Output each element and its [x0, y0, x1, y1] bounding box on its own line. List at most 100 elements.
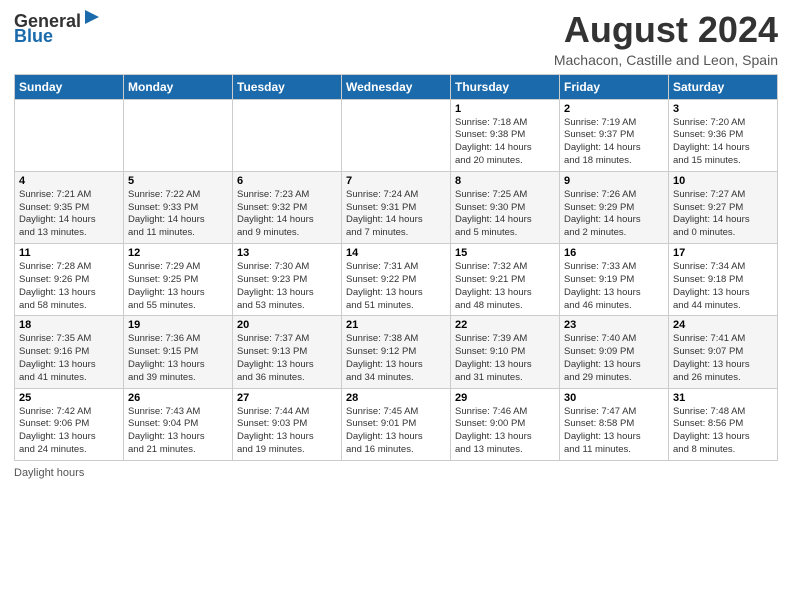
- calendar-cell: [233, 99, 342, 171]
- calendar-cell: 27 Sunrise: 7:44 AMSunset: 9:03 PMDayligh…: [233, 388, 342, 460]
- day-info: Sunrise: 7:29 AMSunset: 9:25 PMDaylight:…: [128, 261, 228, 312]
- day-info: Sunrise: 7:47 AMSunset: 8:58 PMDaylight:…: [564, 406, 664, 457]
- day-number: 19: [128, 319, 228, 331]
- day-of-week-header: Monday: [124, 74, 233, 99]
- main-title: August 2024: [554, 10, 778, 50]
- day-number: 20: [237, 319, 337, 331]
- calendar-cell: 11 Sunrise: 7:28 AMSunset: 9:26 PMDayligh…: [15, 244, 124, 316]
- day-number: 22: [455, 319, 555, 331]
- day-number: 21: [346, 319, 446, 331]
- day-number: 9: [564, 175, 664, 187]
- title-block: August 2024 Machacon, Castille and Leon,…: [554, 10, 778, 68]
- day-of-week-header: Thursday: [451, 74, 560, 99]
- calendar-cell: 23 Sunrise: 7:40 AMSunset: 9:09 PMDayligh…: [560, 316, 669, 388]
- day-info: Sunrise: 7:24 AMSunset: 9:31 PMDaylight:…: [346, 189, 446, 240]
- calendar-cell: 4 Sunrise: 7:21 AMSunset: 9:35 PMDaylight…: [15, 171, 124, 243]
- calendar-cell: [124, 99, 233, 171]
- day-info: Sunrise: 7:25 AMSunset: 9:30 PMDaylight:…: [455, 189, 555, 240]
- page: General Blue August 2024 Machacon, Casti…: [0, 0, 792, 612]
- day-info: Sunrise: 7:41 AMSunset: 9:07 PMDaylight:…: [673, 333, 773, 384]
- day-number: 28: [346, 392, 446, 404]
- day-number: 6: [237, 175, 337, 187]
- calendar-cell: 21Sunrise: 7:38 AMSunset: 9:12 PMDayligh…: [342, 316, 451, 388]
- calendar-cell: 25Sunrise: 7:42 AMSunset: 9:06 PMDayligh…: [15, 388, 124, 460]
- calendar-cell: 2 Sunrise: 7:19 AMSunset: 9:37 PMDaylight…: [560, 99, 669, 171]
- day-info: Sunrise: 7:45 AMSunset: 9:01 PMDaylight:…: [346, 406, 446, 457]
- day-info: Sunrise: 7:43 AMSunset: 9:04 PMDaylight:…: [128, 406, 228, 457]
- header: General Blue August 2024 Machacon, Casti…: [14, 10, 778, 68]
- day-number: 10: [673, 175, 773, 187]
- logo: General Blue: [14, 10, 101, 45]
- calendar-cell: 12 Sunrise: 7:29 AMSunset: 9:25 PMDayligh…: [124, 244, 233, 316]
- day-info: Sunrise: 7:36 AMSunset: 9:15 PMDaylight:…: [128, 333, 228, 384]
- day-number: 15: [455, 247, 555, 259]
- day-info: Sunrise: 7:19 AMSunset: 9:37 PMDaylight:…: [564, 117, 664, 168]
- day-of-week-header: Tuesday: [233, 74, 342, 99]
- day-info: Sunrise: 7:37 AMSunset: 9:13 PMDaylight:…: [237, 333, 337, 384]
- calendar-cell: 6 Sunrise: 7:23 AMSunset: 9:32 PMDaylight…: [233, 171, 342, 243]
- calendar-cell: 14 Sunrise: 7:31 AMSunset: 9:22 PMDayligh…: [342, 244, 451, 316]
- calendar-cell: 17 Sunrise: 7:34 AMSunset: 9:18 PMDayligh…: [669, 244, 778, 316]
- day-number: 16: [564, 247, 664, 259]
- day-info: Sunrise: 7:44 AMSunset: 9:03 PMDaylight:…: [237, 406, 337, 457]
- day-number: 1: [455, 103, 555, 115]
- day-info: Sunrise: 7:39 AMSunset: 9:10 PMDaylight:…: [455, 333, 555, 384]
- day-info: Sunrise: 7:27 AMSunset: 9:27 PMDaylight:…: [673, 189, 773, 240]
- day-info: Sunrise: 7:21 AMSunset: 9:35 PMDaylight:…: [19, 189, 119, 240]
- day-number: 29: [455, 392, 555, 404]
- calendar-cell: 1Sunrise: 7:18 AMSunset: 9:38 PMDaylight…: [451, 99, 560, 171]
- footer: Daylight hours: [14, 467, 778, 479]
- calendar-cell: 18Sunrise: 7:35 AMSunset: 9:16 PMDayligh…: [15, 316, 124, 388]
- calendar-cell: [342, 99, 451, 171]
- day-number: 11: [19, 247, 119, 259]
- day-info: Sunrise: 7:46 AMSunset: 9:00 PMDaylight:…: [455, 406, 555, 457]
- calendar-cell: 22 Sunrise: 7:39 AMSunset: 9:10 PMDayligh…: [451, 316, 560, 388]
- calendar-cell: 16 Sunrise: 7:33 AMSunset: 9:19 PMDayligh…: [560, 244, 669, 316]
- day-info: Sunrise: 7:31 AMSunset: 9:22 PMDaylight:…: [346, 261, 446, 312]
- calendar-cell: 28 Sunrise: 7:45 AMSunset: 9:01 PMDayligh…: [342, 388, 451, 460]
- day-info: Sunrise: 7:32 AMSunset: 9:21 PMDaylight:…: [455, 261, 555, 312]
- calendar-cell: 26Sunrise: 7:43 AMSunset: 9:04 PMDayligh…: [124, 388, 233, 460]
- day-info: Sunrise: 7:33 AMSunset: 9:19 PMDaylight:…: [564, 261, 664, 312]
- calendar-cell: [15, 99, 124, 171]
- calendar-cell: 8 Sunrise: 7:25 AMSunset: 9:30 PMDaylight…: [451, 171, 560, 243]
- day-number: 30: [564, 392, 664, 404]
- calendar-header-row: SundayMondayTuesdayWednesdayThursdayFrid…: [15, 74, 778, 99]
- day-number: 5: [128, 175, 228, 187]
- logo-arrow-icon: [81, 10, 101, 31]
- day-info: Sunrise: 7:22 AMSunset: 9:33 PMDaylight:…: [128, 189, 228, 240]
- calendar-cell: 15 Sunrise: 7:32 AMSunset: 9:21 PMDayligh…: [451, 244, 560, 316]
- logo-blue: Blue: [14, 27, 53, 45]
- day-of-week-header: Saturday: [669, 74, 778, 99]
- day-number: 31: [673, 392, 773, 404]
- day-info: Sunrise: 7:28 AMSunset: 9:26 PMDaylight:…: [19, 261, 119, 312]
- day-info: Sunrise: 7:35 AMSunset: 9:16 PMDaylight:…: [19, 333, 119, 384]
- calendar-table: SundayMondayTuesdayWednesdayThursdayFrid…: [14, 74, 778, 461]
- day-info: Sunrise: 7:40 AMSunset: 9:09 PMDaylight:…: [564, 333, 664, 384]
- day-number: 13: [237, 247, 337, 259]
- day-number: 27: [237, 392, 337, 404]
- day-info: Sunrise: 7:34 AMSunset: 9:18 PMDaylight:…: [673, 261, 773, 312]
- calendar-cell: 9Sunrise: 7:26 AMSunset: 9:29 PMDaylight…: [560, 171, 669, 243]
- day-number: 23: [564, 319, 664, 331]
- calendar-cell: 3Sunrise: 7:20 AMSunset: 9:36 PMDaylight…: [669, 99, 778, 171]
- calendar-week-row: 18Sunrise: 7:35 AMSunset: 9:16 PMDayligh…: [15, 316, 778, 388]
- day-of-week-header: Friday: [560, 74, 669, 99]
- calendar-week-row: 11 Sunrise: 7:28 AMSunset: 9:26 PMDayligh…: [15, 244, 778, 316]
- day-number: 12: [128, 247, 228, 259]
- calendar-week-row: 4 Sunrise: 7:21 AMSunset: 9:35 PMDaylight…: [15, 171, 778, 243]
- day-of-week-header: Sunday: [15, 74, 124, 99]
- calendar-cell: 13Sunrise: 7:30 AMSunset: 9:23 PMDayligh…: [233, 244, 342, 316]
- day-number: 4: [19, 175, 119, 187]
- calendar-cell: 19 Sunrise: 7:36 AMSunset: 9:15 PMDayligh…: [124, 316, 233, 388]
- day-number: 2: [564, 103, 664, 115]
- day-info: Sunrise: 7:20 AMSunset: 9:36 PMDaylight:…: [673, 117, 773, 168]
- day-number: 8: [455, 175, 555, 187]
- day-info: Sunrise: 7:48 AMSunset: 8:56 PMDaylight:…: [673, 406, 773, 457]
- day-number: 17: [673, 247, 773, 259]
- day-number: 7: [346, 175, 446, 187]
- calendar-week-row: 1Sunrise: 7:18 AMSunset: 9:38 PMDaylight…: [15, 99, 778, 171]
- day-number: 14: [346, 247, 446, 259]
- calendar-cell: 7 Sunrise: 7:24 AMSunset: 9:31 PMDaylight…: [342, 171, 451, 243]
- day-info: Sunrise: 7:23 AMSunset: 9:32 PMDaylight:…: [237, 189, 337, 240]
